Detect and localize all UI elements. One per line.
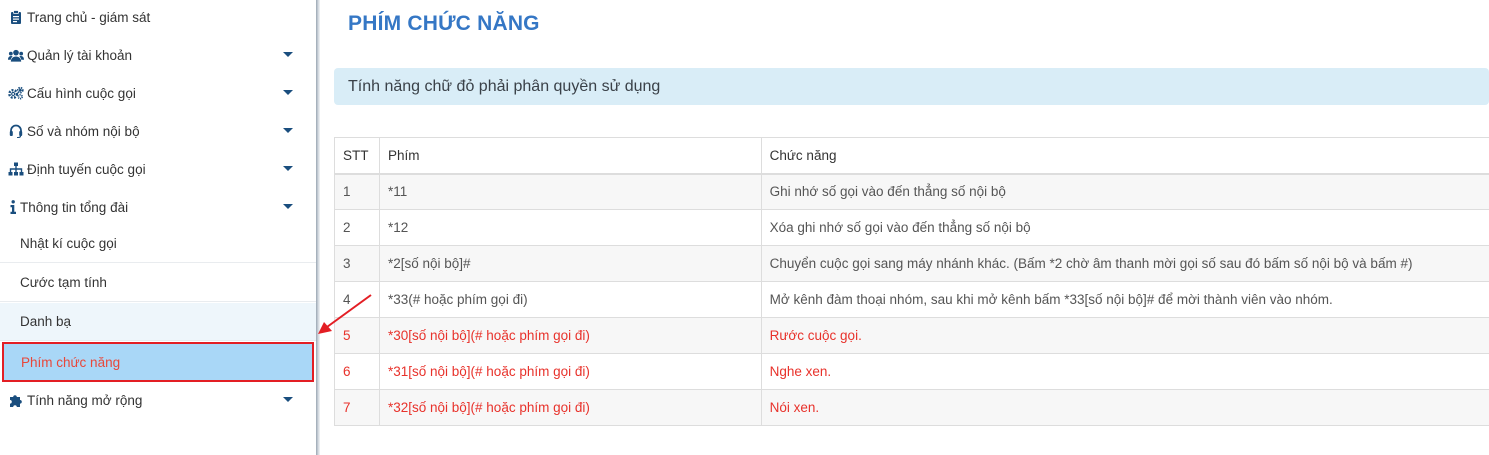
chevron-down-icon (283, 128, 293, 133)
sidebar-subitem-label: Phím chức năng (21, 354, 121, 370)
chevron-down-icon (283, 90, 293, 95)
sidebar-item-tinh-nang-mo-rong[interactable]: Tính năng mở rộng (0, 381, 316, 419)
table-row: 5 *30[số nội bộ](# hoặc phím gọi đi) Rướ… (334, 317, 1489, 354)
cell-function: Nghe xen. (760, 353, 1489, 390)
sidebar-item-label: Số và nhóm nội bộ (27, 123, 140, 139)
cell-function: Rước cuộc gọi. (760, 317, 1489, 354)
cell-stt: 2 (334, 209, 380, 246)
chevron-down-icon (283, 204, 293, 209)
cell-key: *33(# hoặc phím gọi đi) (378, 281, 762, 318)
table-body: 1 *11 Ghi nhớ số gọi vào đến thẳng số nộ… (334, 173, 1489, 426)
sidebar: Trang chủ - giám sát Quản lý tài khoản C… (0, 0, 316, 455)
sidebar-item-so-va-nhom-noi-bo[interactable]: Số và nhóm nội bộ (0, 112, 316, 150)
sidebar-item-quan-ly-tai-khoan[interactable]: Quản lý tài khoản (0, 36, 316, 74)
users-icon (8, 47, 24, 63)
cell-function: Xóa ghi nhớ số gọi vào đến thẳng số nội … (760, 209, 1489, 246)
sidebar-item-label: Định tuyến cuộc gọi (27, 161, 146, 177)
column-header-stt: STT (334, 137, 380, 175)
sidebar-item-label: Cấu hình cuộc gọi (27, 85, 136, 101)
sidebar-item-thong-tin-tong-dai[interactable]: Thông tin tổng đài (0, 188, 316, 226)
sidebar-subitem-cuoc-tam-tinh[interactable]: Cước tạm tính (0, 264, 316, 302)
puzzle-icon (8, 392, 24, 408)
sidebar-item-label: Trang chủ - giám sát (27, 9, 151, 25)
cell-function: Ghi nhớ số gọi vào đến thẳng số nội bộ (760, 173, 1489, 210)
table-row: 1 *11 Ghi nhớ số gọi vào đến thẳng số nộ… (334, 173, 1489, 210)
column-header-chuc-nang: Chức năng (760, 137, 1489, 175)
cell-stt: 3 (334, 245, 380, 282)
sidebar-subitem-label: Cước tạm tính (20, 275, 107, 290)
function-keys-table: STT Phím Chức năng 1 *11 Ghi nhớ số gọi … (334, 137, 1489, 426)
table-header-row: STT Phím Chức năng (334, 137, 1489, 175)
sitemap-icon (8, 161, 24, 177)
info-icon (9, 199, 17, 215)
main-content: PHÍM CHỨC NĂNG Tính năng chữ đỏ phải phâ… (320, 0, 1489, 455)
chevron-down-icon (283, 397, 293, 402)
cell-stt: 4 (334, 281, 380, 318)
sidebar-item-label: Tính năng mở rộng (27, 392, 143, 408)
page-title: PHÍM CHỨC NĂNG (348, 12, 540, 35)
cell-key: *12 (378, 209, 762, 246)
table-row: 7 *32[số nội bộ](# hoặc phím gọi đi) Nói… (334, 389, 1489, 426)
table-row: 6 *31[số nội bộ](# hoặc phím gọi đi) Ngh… (334, 353, 1489, 390)
sidebar-subitem-danh-ba[interactable]: Danh bạ (0, 303, 316, 341)
notice-text: Tính năng chữ đỏ phải phân quyền sử dụng (348, 77, 661, 95)
gears-icon (8, 85, 24, 101)
cell-stt: 6 (334, 353, 380, 390)
headset-icon (8, 123, 24, 139)
sidebar-subitem-phim-chuc-nang[interactable]: Phím chức năng (2, 342, 314, 382)
sidebar-item-label: Thông tin tổng đài (20, 199, 129, 215)
cell-key: *2[số nội bộ]# (378, 245, 762, 282)
sidebar-subitem-label: Danh bạ (20, 314, 72, 329)
clipboard-icon (8, 9, 24, 25)
table-row: 3 *2[số nội bộ]# Chuyển cuộc gọi sang má… (334, 245, 1489, 282)
chevron-down-icon (283, 166, 293, 171)
cell-key: *30[số nội bộ](# hoặc phím gọi đi) (378, 317, 762, 354)
sidebar-item-trang-chu[interactable]: Trang chủ - giám sát (0, 0, 316, 36)
table-row: 4 *33(# hoặc phím gọi đi) Mở kênh đàm th… (334, 281, 1489, 318)
chevron-down-icon (283, 52, 293, 57)
cell-key: *32[số nội bộ](# hoặc phím gọi đi) (378, 389, 762, 426)
table-row: 2 *12 Xóa ghi nhớ số gọi vào đến thẳng s… (334, 209, 1489, 246)
sidebar-subitem-label: Nhật kí cuộc gọi (20, 236, 117, 251)
sidebar-subitem-nhat-ki-cuoc-goi[interactable]: Nhật kí cuộc gọi (0, 225, 316, 263)
sidebar-item-cau-hinh-cuoc-goi[interactable]: Cấu hình cuộc gọi (0, 74, 316, 112)
cell-function: Nói xen. (760, 389, 1489, 426)
cell-stt: 5 (334, 317, 380, 354)
cell-key: *11 (378, 173, 762, 210)
cell-stt: 7 (334, 389, 380, 426)
cell-function: Mở kênh đàm thoại nhóm, sau khi mở kênh … (760, 281, 1489, 318)
column-header-phim: Phím (378, 137, 762, 175)
sidebar-item-dinh-tuyen-cuoc-goi[interactable]: Định tuyến cuộc gọi (0, 150, 316, 188)
cell-stt: 1 (334, 173, 380, 210)
notice-banner: Tính năng chữ đỏ phải phân quyền sử dụng (334, 68, 1489, 105)
cell-key: *31[số nội bộ](# hoặc phím gọi đi) (378, 353, 762, 390)
cell-function: Chuyển cuộc gọi sang máy nhánh khác. (Bấ… (760, 245, 1489, 282)
sidebar-item-label: Quản lý tài khoản (27, 47, 133, 63)
